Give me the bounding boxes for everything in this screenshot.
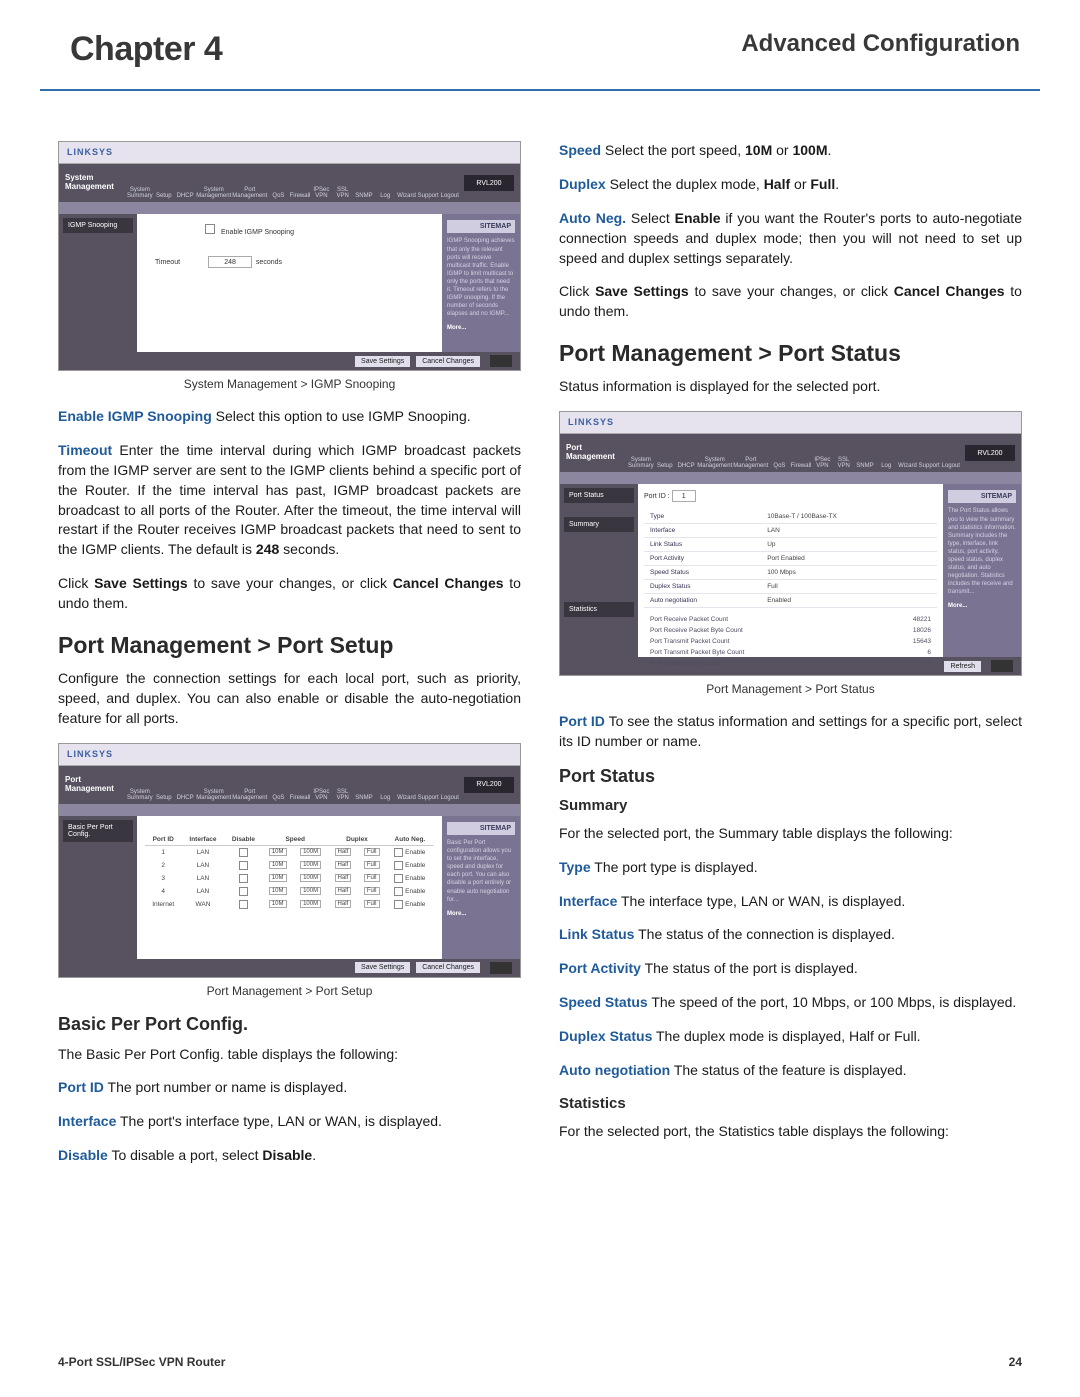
portid-select: 1 — [672, 490, 696, 502]
mini-heading: Summary — [559, 797, 1022, 814]
paragraph: Auto Neg. Select Enable if you want the … — [559, 209, 1022, 269]
paragraph: Configure the connection settings for ea… — [58, 669, 521, 729]
timeout-input: 248 — [208, 256, 252, 268]
model-badge: RVL200 — [965, 445, 1015, 461]
top-nav: System SummarySetupDHCP System Managemen… — [127, 164, 460, 202]
screenshot-port-setup: LINKSYS Port Management System SummarySe… — [58, 743, 521, 978]
screenshot-igmp: LINKSYS System Management System Summary… — [58, 141, 521, 371]
sitemap-link: SITEMAP — [447, 822, 515, 835]
model-badge: RVL200 — [464, 175, 514, 191]
paragraph: Interface The interface type, LAN or WAN… — [559, 892, 1022, 912]
paragraph: Interface The port's interface type, LAN… — [58, 1112, 521, 1132]
cancel-button: Cancel Changes — [416, 962, 480, 973]
figure-caption: Port Management > Port Setup — [58, 984, 521, 998]
paragraph: Speed Select the port speed, 10M or 100M… — [559, 141, 1022, 161]
page-title: Advanced Configuration — [741, 30, 1020, 58]
side-item: IGMP Snooping — [63, 218, 133, 233]
paragraph: Auto negotiation The status of the featu… — [559, 1061, 1022, 1081]
summary-table: Type10Base-T / 100Base-TX InterfaceLAN L… — [644, 510, 937, 608]
portid-label: Port ID : — [644, 493, 670, 500]
paragraph: Timeout Enter the time interval during w… — [58, 441, 521, 560]
section-label: Port Management — [65, 776, 123, 794]
brand-label: LINKSYS — [560, 412, 1021, 434]
paragraph: Link Status The status of the connection… — [559, 925, 1022, 945]
subsection-heading: Port Status — [559, 766, 1022, 787]
section-heading: Port Management > Port Setup — [58, 632, 521, 659]
paragraph: Port Activity The status of the port is … — [559, 959, 1022, 979]
save-button: Save Settings — [355, 356, 410, 367]
paragraph: Port ID The port number or name is displ… — [58, 1078, 521, 1098]
section-label: Port Management — [566, 444, 624, 462]
model-badge: RVL200 — [464, 777, 514, 793]
more-link: More... — [447, 324, 515, 332]
side-item: Port Status — [564, 488, 634, 503]
footer-page: 24 — [1009, 1355, 1022, 1369]
brand-label: LINKSYS — [59, 142, 520, 164]
paragraph: Click Save Settings to save your changes… — [58, 574, 521, 614]
help-text: The Port Status allows you to view the s… — [948, 507, 1016, 596]
timeout-label: Timeout — [155, 259, 180, 266]
mini-heading: Statistics — [559, 1095, 1022, 1112]
subsection-heading: Basic Per Port Config. — [58, 1014, 521, 1035]
brand-label: LINKSYS — [59, 744, 520, 766]
top-nav: System SummarySetupDHCP System Managemen… — [628, 434, 961, 472]
save-button: Save Settings — [355, 962, 410, 973]
cancel-button: Cancel Changes — [416, 356, 480, 367]
cisco-logo — [991, 660, 1013, 672]
top-nav: System SummarySetupDHCP System Managemen… — [127, 766, 460, 804]
figure-caption: System Management > IGMP Snooping — [58, 377, 521, 391]
cisco-logo — [490, 962, 512, 974]
paragraph: Enable IGMP Snooping Select this option … — [58, 407, 521, 427]
paragraph: The Basic Per Port Config. table display… — [58, 1045, 521, 1065]
help-text: Basic Per Port configuration allows you … — [447, 839, 515, 904]
sitemap-link: SITEMAP — [447, 220, 515, 233]
paragraph: Speed Status The speed of the port, 10 M… — [559, 993, 1022, 1013]
header-divider — [40, 89, 1040, 91]
paragraph: Disable To disable a port, select Disabl… — [58, 1146, 521, 1166]
side-item: Statistics — [564, 602, 634, 617]
cisco-logo — [490, 355, 512, 367]
paragraph: Duplex Status The duplex mode is display… — [559, 1027, 1022, 1047]
help-text: IGMP Snooping achieves that only the rel… — [447, 237, 515, 318]
paragraph: Port ID To see the status information an… — [559, 712, 1022, 752]
figure-caption: Port Management > Port Status — [559, 682, 1022, 696]
sitemap-link: SITEMAP — [948, 490, 1016, 503]
more-link: More... — [447, 910, 515, 918]
section-label: System Management — [65, 174, 123, 192]
footer-product: 4-Port SSL/IPSec VPN Router — [58, 1355, 225, 1369]
paragraph: For the selected port, the Summary table… — [559, 824, 1022, 844]
chapter-title: Chapter 4 — [70, 30, 222, 69]
section-heading: Port Management > Port Status — [559, 340, 1022, 367]
paragraph: Duplex Select the duplex mode, Half or F… — [559, 175, 1022, 195]
refresh-button: Refresh — [944, 661, 981, 672]
paragraph: Status information is displayed for the … — [559, 377, 1022, 397]
paragraph: Click Save Settings to save your changes… — [559, 282, 1022, 322]
checkbox-label: Enable IGMP Snooping — [221, 229, 294, 236]
side-item: Summary — [564, 517, 634, 532]
screenshot-port-status: LINKSYS Port Management System SummarySe… — [559, 411, 1022, 676]
side-item: Basic Per Port Config. — [63, 820, 133, 842]
more-link: More... — [948, 602, 1016, 610]
port-table: Port IDInterfaceDisableSpeedDuplexAuto N… — [145, 834, 434, 911]
paragraph: For the selected port, the Statistics ta… — [559, 1122, 1022, 1142]
paragraph: Type The port type is displayed. — [559, 858, 1022, 878]
